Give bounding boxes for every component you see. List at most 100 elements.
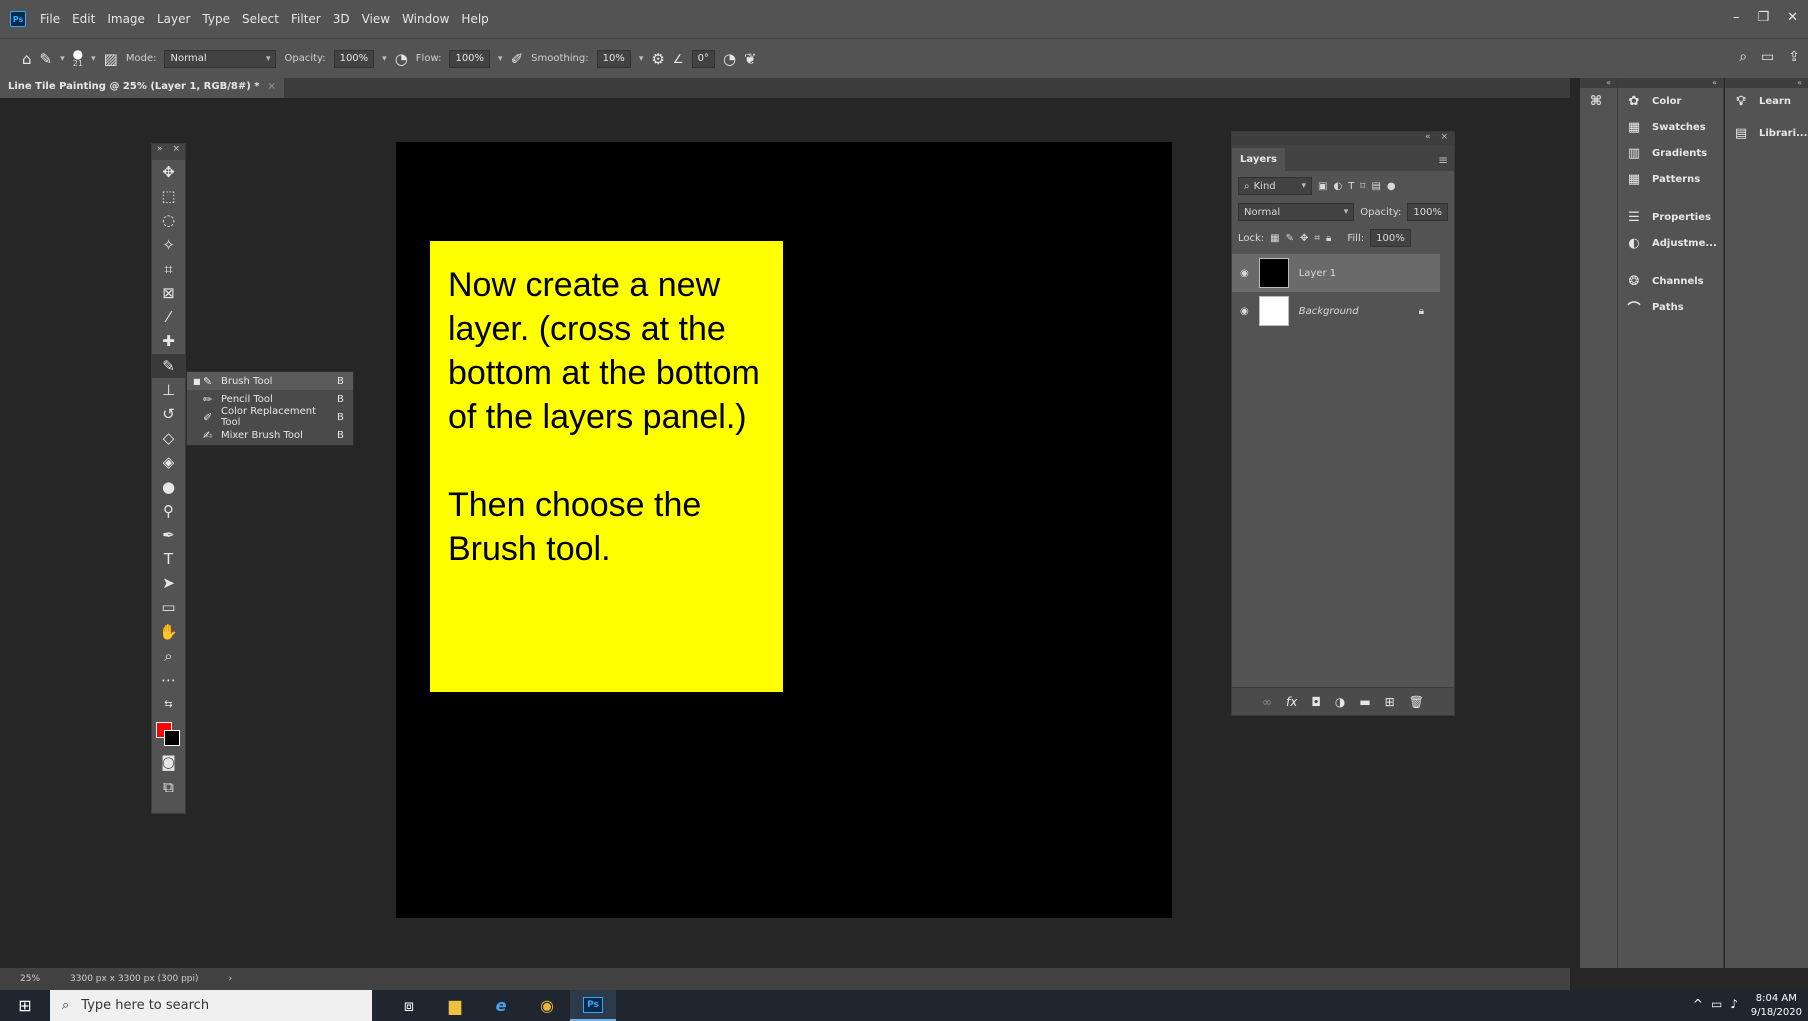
collapse-icon[interactable]: « [1712, 78, 1717, 88]
brush-settings-icon[interactable]: ▨ [104, 50, 118, 68]
volume-icon[interactable]: ♪ [1730, 997, 1738, 1011]
minimize-button[interactable]: – [1733, 10, 1740, 25]
blend-mode-select[interactable]: Normal ▾ [1238, 203, 1355, 221]
brush-preset-icon[interactable]: ✎ [40, 50, 53, 68]
menu-edit[interactable]: Edit [66, 12, 101, 26]
menu-select[interactable]: Select [236, 12, 285, 26]
task-view-icon[interactable]: ⧈ [386, 990, 432, 1021]
paint-bucket-tool-icon[interactable]: ◈ [152, 450, 185, 474]
kind-filter-select[interactable]: ⌕ Kind ▾ [1238, 177, 1312, 195]
quick-mask-icon[interactable]: ◙ [152, 750, 185, 774]
magic-wand-tool-icon[interactable]: ✧ [152, 233, 185, 257]
gear-icon[interactable]: ⚙ [651, 50, 664, 68]
flow-input[interactable]: 100% [449, 49, 491, 68]
path-selection-tool-icon[interactable]: ➤ [152, 571, 185, 595]
adjustment-filter-icon[interactable]: ◐ [1333, 181, 1342, 192]
file-explorer-icon[interactable]: ▆ [432, 990, 478, 1021]
fill-input[interactable]: 100% [1370, 229, 1411, 247]
menu-file[interactable]: File [34, 12, 66, 26]
eyedropper-tool-icon[interactable]: ⁄ [152, 305, 185, 329]
type-filter-icon[interactable]: T [1348, 181, 1354, 192]
search-icon[interactable]: ⌕ [1739, 49, 1747, 65]
filter-toggle-icon[interactable]: ● [1387, 181, 1396, 192]
collapse-icon[interactable]: « [1425, 132, 1431, 145]
background-color-swatch[interactable] [164, 730, 180, 747]
lock-position-icon[interactable]: ✥ [1300, 233, 1308, 244]
expand-icon[interactable]: » [157, 144, 163, 160]
flyout-item-brush[interactable]: ■ ✎ Brush Tool B [187, 372, 353, 390]
menu-help[interactable]: Help [455, 12, 494, 26]
chevron-up-icon[interactable]: ^ [1693, 997, 1703, 1011]
taskbar-search[interactable]: ⌕ Type here to search [50, 990, 372, 1021]
clone-stamp-tool-icon[interactable]: ⊥ [152, 378, 185, 402]
chevron-down-icon[interactable]: ▾ [498, 54, 503, 64]
panel-menu-icon[interactable]: ≡ [1438, 153, 1448, 171]
smart-object-filter-icon[interactable]: ▤ [1371, 181, 1380, 192]
screen-mode-icon[interactable]: ⧉ [152, 775, 185, 799]
shape-filter-icon[interactable]: ⌑ [1360, 181, 1365, 192]
network-icon[interactable]: ▭ [1711, 997, 1722, 1011]
lock-pixels-icon[interactable]: ✎ [1286, 233, 1294, 244]
layer-mask-icon[interactable]: ◘ [1311, 695, 1321, 709]
history-brush-tool-icon[interactable]: ↺ [152, 402, 185, 426]
panel-properties[interactable]: ☰ Properties [1618, 204, 1723, 230]
panel-learn[interactable]: 💡︎ Learn [1725, 88, 1808, 114]
marquee-tool-icon[interactable]: ⬚ [152, 184, 185, 208]
layer-row-layer-1[interactable]: ◉ Layer 1 [1232, 254, 1440, 292]
close-icon[interactable]: × [267, 81, 275, 95]
brush-size-picker[interactable]: ● 21 [73, 48, 83, 68]
menu-filter[interactable]: Filter [285, 12, 327, 26]
pixel-filter-icon[interactable]: ▣ [1318, 181, 1327, 192]
airbrush-icon[interactable]: ✐ [511, 50, 524, 68]
frame-tool-icon[interactable]: ⊠ [152, 281, 185, 305]
lock-artboard-icon[interactable]: ⌗ [1314, 233, 1320, 244]
crop-tool-icon[interactable]: ⌗ [152, 257, 185, 281]
brush-tool-icon[interactable]: ✎ [152, 353, 185, 378]
pressure-size-icon[interactable]: ◔ [723, 50, 736, 68]
panel-patterns[interactable]: ▦ Patterns [1618, 166, 1723, 192]
lock-all-icon[interactable]: 🔒︎ [1326, 233, 1331, 244]
menu-window[interactable]: Window [396, 12, 455, 26]
chevron-right-icon[interactable]: › [229, 974, 233, 984]
chevron-down-icon[interactable]: ▾ [639, 54, 644, 64]
angle-input[interactable]: 0° [691, 49, 715, 68]
close-icon[interactable]: × [172, 144, 180, 160]
new-group-icon[interactable]: ▬ [1359, 695, 1370, 709]
internet-explorer-icon[interactable]: e [478, 990, 524, 1021]
panel-adjustments[interactable]: ◐ Adjustme... [1618, 230, 1723, 256]
chevron-down-icon[interactable]: ▾ [91, 54, 96, 64]
tab-layers[interactable]: Layers [1232, 148, 1285, 171]
pen-tool-icon[interactable]: ✒ [152, 523, 185, 547]
visibility-eye-icon[interactable]: ◉ [1240, 306, 1249, 317]
hand-tool-icon[interactable]: ✋ [152, 620, 185, 644]
workspace-icon[interactable]: ▭ [1761, 49, 1774, 65]
chevron-down-icon[interactable]: ▾ [382, 54, 387, 64]
smoothing-input[interactable]: 10% [596, 49, 631, 68]
menu-image[interactable]: Image [101, 12, 151, 26]
layer-row-background[interactable]: ◉ Background 🔒︎ [1232, 292, 1440, 330]
windows-start-button[interactable]: ⊞ [0, 990, 50, 1021]
panel-gradients[interactable]: ▥ Gradients [1618, 140, 1723, 166]
panel-swatches[interactable]: ▦ Swatches [1618, 114, 1723, 140]
panel-channels[interactable]: ❂ Channels [1618, 268, 1723, 294]
menu-layer[interactable]: Layer [151, 12, 196, 26]
close-button[interactable]: ✕ [1787, 10, 1798, 25]
mode-select[interactable]: Normal ▾ [164, 49, 277, 68]
swap-colors-icon[interactable]: ⇆ [152, 692, 185, 716]
photoshop-taskbar-icon[interactable]: Ps [570, 990, 616, 1021]
menu-3d[interactable]: 3D [327, 12, 356, 26]
flyout-item-color-replacement[interactable]: ✐ Color Replacement Tool B [187, 406, 353, 428]
close-icon[interactable]: × [1440, 132, 1448, 145]
eraser-tool-icon[interactable]: ◇ [152, 426, 185, 450]
menu-type[interactable]: Type [196, 12, 236, 26]
adjustment-layer-icon[interactable]: ◑ [1335, 695, 1345, 709]
collapse-icon[interactable]: « [1797, 78, 1802, 88]
restore-button[interactable]: ❐ [1757, 10, 1769, 25]
panel-color[interactable]: ✿ Color [1618, 88, 1723, 114]
visibility-eye-icon[interactable]: ◉ [1240, 268, 1249, 279]
link-layers-icon[interactable]: ∞ [1262, 695, 1272, 709]
delete-layer-icon[interactable]: 🗑︎ [1409, 695, 1424, 709]
healing-brush-tool-icon[interactable]: ✚ [152, 329, 185, 353]
zoom-level[interactable]: 25% [20, 974, 40, 984]
chevron-down-icon[interactable]: ▾ [60, 54, 65, 64]
